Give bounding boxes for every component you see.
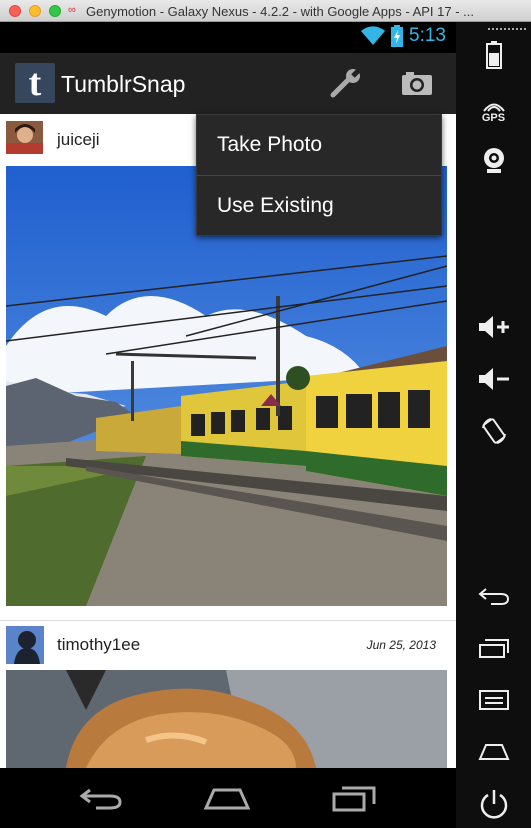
post-header: timothy1ee Jun 25, 2013 — [0, 621, 456, 669]
post-date: Jun 25, 2013 — [366, 638, 436, 652]
home-icon[interactable] — [202, 782, 252, 814]
camera-icon[interactable] — [400, 67, 436, 99]
home-icon[interactable] — [456, 738, 531, 766]
webcam-icon[interactable] — [456, 144, 531, 178]
recent-apps-icon[interactable] — [330, 782, 380, 814]
back-icon[interactable] — [456, 582, 531, 610]
app-logo[interactable]: t — [15, 63, 55, 103]
genymotion-icon: ∞ — [68, 4, 76, 16]
rotate-icon[interactable] — [456, 414, 531, 448]
post-username[interactable]: timothy1ee — [57, 635, 140, 655]
camera-popup-menu: Take Photo Use Existing — [196, 114, 442, 236]
post-username[interactable]: juiceji — [57, 130, 100, 150]
window-title: Genymotion - Galaxy Nexus - 4.2.2 - with… — [86, 4, 475, 19]
gps-icon — [482, 103, 505, 112]
volume-down-icon[interactable] — [456, 364, 531, 394]
minimize-window-button[interactable] — [29, 5, 41, 17]
app-title: TumblrSnap — [61, 71, 186, 97]
wrench-icon[interactable] — [328, 67, 364, 99]
status-bar: 5:13 — [0, 22, 456, 53]
gps-button[interactable]: GPS — [456, 94, 531, 130]
volume-up-icon[interactable] — [456, 312, 531, 342]
menu-item-take-photo[interactable]: Take Photo — [197, 115, 441, 175]
navigation-bar — [0, 768, 456, 828]
window-titlebar: ∞ Genymotion - Galaxy Nexus - 4.2.2 - wi… — [0, 0, 531, 22]
menu-item-use-existing[interactable]: Use Existing — [197, 176, 441, 236]
battery-charging-icon — [391, 25, 404, 47]
gps-label: GPS — [481, 112, 506, 124]
clock: 5:13 — [409, 25, 446, 46]
avatar[interactable] — [6, 626, 44, 664]
post-photo[interactable] — [6, 670, 447, 768]
action-bar: t TumblrSnap — [0, 53, 456, 114]
avatar[interactable] — [6, 121, 43, 154]
panel-grip — [488, 28, 526, 34]
menu-icon[interactable] — [456, 686, 531, 714]
wifi-icon — [361, 26, 386, 45]
recent-apps-icon[interactable] — [456, 634, 531, 662]
close-window-button[interactable] — [9, 5, 21, 17]
back-icon[interactable] — [76, 782, 126, 814]
battery-icon[interactable] — [456, 38, 531, 72]
power-icon[interactable] — [456, 786, 531, 822]
zoom-window-button[interactable] — [49, 5, 61, 17]
